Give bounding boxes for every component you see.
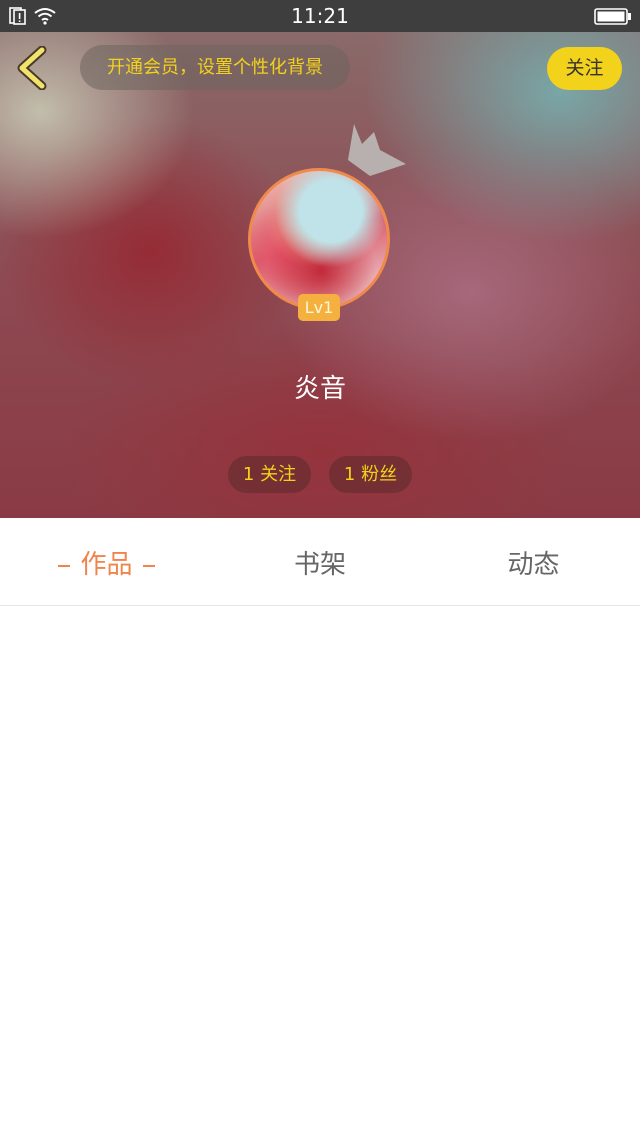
battery-icon (594, 8, 632, 29)
back-button[interactable] (12, 45, 56, 91)
tab-bookshelf[interactable]: 书架 (213, 518, 427, 605)
profile-tabs: 作品 书架 动态 (0, 518, 640, 606)
fans-count-button[interactable]: 1 粉丝 (329, 456, 412, 493)
tab-activity-label: 动态 (507, 550, 560, 580)
profile-header: 开通会员，设置个性化背景 关注 Lv1 炎音 1 关注 1 粉丝 (0, 32, 640, 518)
username: 炎音 (293, 374, 346, 404)
avatar[interactable] (248, 168, 390, 310)
tab-active-dash-left (58, 564, 71, 567)
tab-bookshelf-label: 书架 (293, 550, 346, 580)
tab-active-dash-right (142, 564, 155, 567)
vip-background-banner[interactable]: 开通会员，设置个性化背景 (80, 45, 350, 90)
level-badge: Lv1 (298, 294, 340, 321)
tab-works-label: 作品 (80, 550, 133, 580)
following-count-button[interactable]: 1 关注 (228, 456, 311, 493)
status-time: 11:21 (291, 4, 349, 28)
works-content-area (0, 606, 640, 1138)
chevron-left-icon (17, 45, 47, 91)
follow-button[interactable]: 关注 (547, 47, 622, 90)
status-bar: 11:21 (0, 0, 640, 32)
tab-activity[interactable]: 动态 (427, 518, 640, 605)
tab-works[interactable]: 作品 (0, 518, 213, 605)
